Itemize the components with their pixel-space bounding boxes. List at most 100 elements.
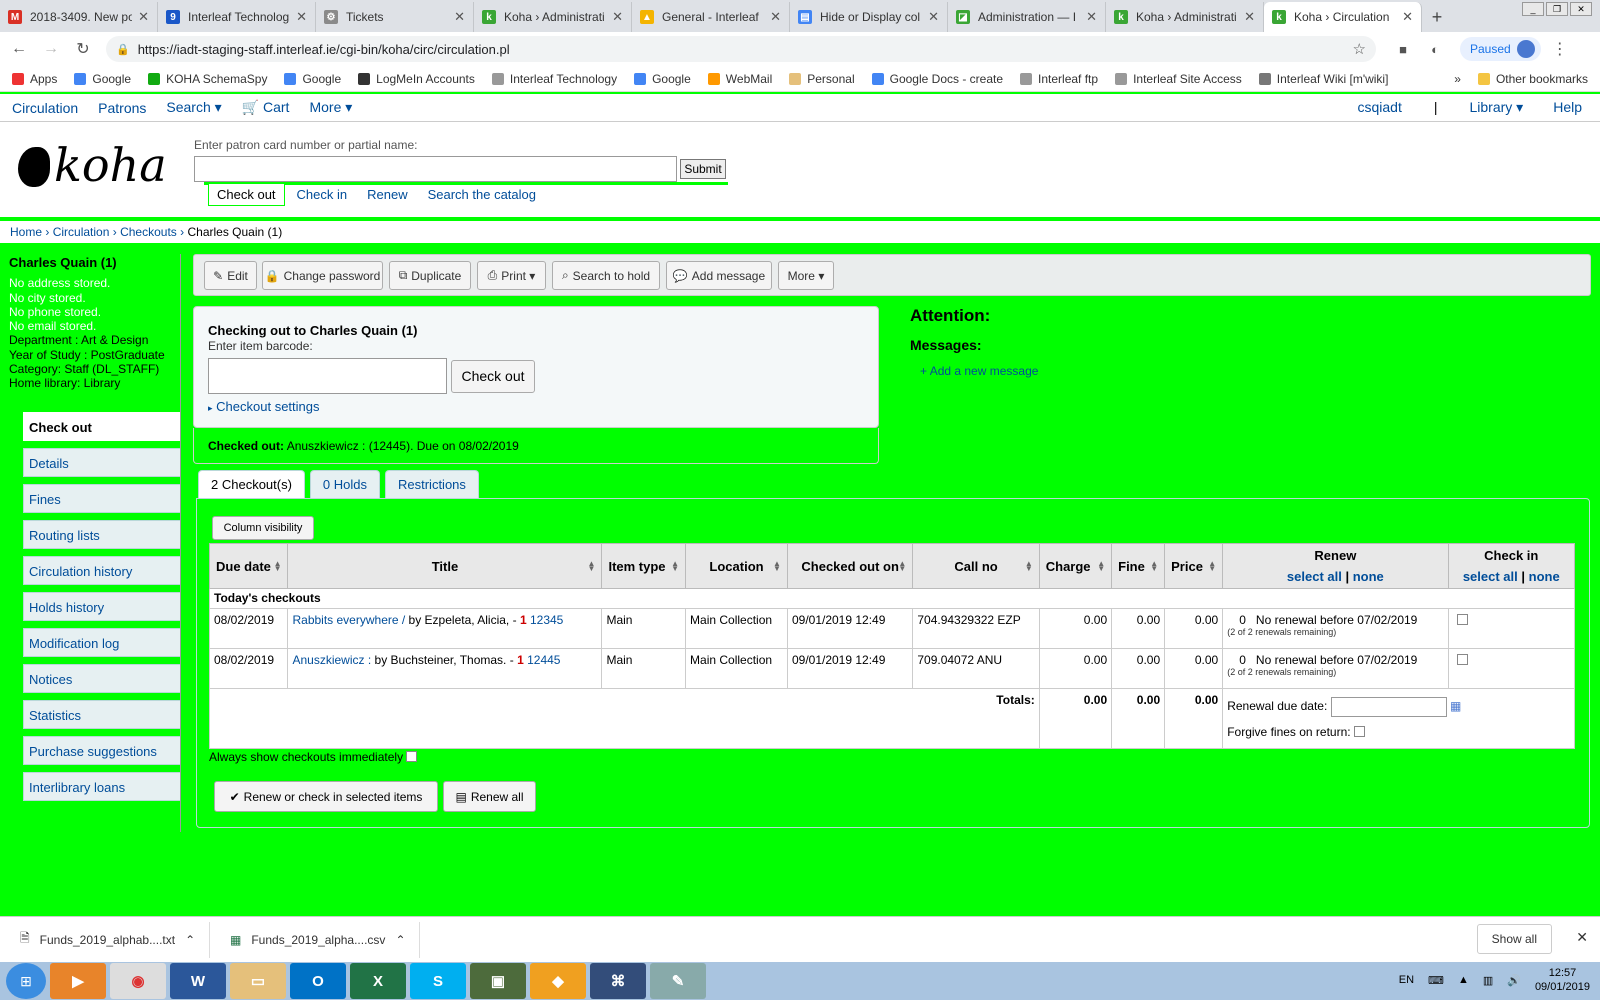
- header-call-no[interactable]: Call no ▲ ▼: [912, 543, 1040, 589]
- bookmark-item[interactable]: Google: [284, 72, 341, 86]
- duplicate-button[interactable]: ⧉ Duplicate: [389, 261, 471, 290]
- patron-nav-item[interactable]: Statistics: [23, 700, 180, 729]
- bookmark-item[interactable]: Google Docs - create: [871, 72, 1003, 86]
- browser-tab[interactable]: M 2018-3409. New po ✕: [0, 2, 158, 32]
- always-show-checkbox[interactable]: [406, 751, 418, 762]
- browser-tab[interactable]: k Koha › Administrati ✕: [1106, 2, 1264, 32]
- word-icon[interactable]: W: [170, 963, 226, 999]
- breadcrumb-circulation[interactable]: Circulation: [53, 225, 110, 239]
- close-icon[interactable]: ✕: [1576, 929, 1588, 946]
- browser-tab[interactable]: 9 Interleaf Technolog ✕: [158, 2, 316, 32]
- close-tab-icon[interactable]: ✕: [612, 9, 623, 25]
- start-button[interactable]: ⊞: [6, 963, 46, 999]
- profile-paused-button[interactable]: Paused: [1460, 37, 1541, 61]
- close-tab-icon[interactable]: ✕: [770, 9, 781, 25]
- more-button[interactable]: More ▾: [778, 261, 834, 290]
- bookmark-item[interactable]: WebMail: [707, 72, 772, 86]
- nav-circulation[interactable]: Circulation: [12, 100, 78, 116]
- file-explorer-icon[interactable]: ▭: [230, 963, 286, 999]
- help-link[interactable]: Help: [1553, 99, 1582, 116]
- patron-nav-item[interactable]: Interlibrary loans: [23, 772, 180, 801]
- patron-search-input[interactable]: [194, 156, 677, 182]
- forward-icon[interactable]: →: [38, 40, 64, 58]
- close-tab-icon[interactable]: ✕: [1402, 9, 1413, 25]
- bookmark-item[interactable]: Google: [634, 72, 691, 86]
- bookmark-item[interactable]: KOHA SchemaSpy: [148, 72, 267, 86]
- restore-button[interactable]: ❐: [1546, 2, 1568, 16]
- bookmark-star-icon[interactable]: ☆: [1353, 40, 1366, 58]
- app-icon[interactable]: ◆: [530, 963, 586, 999]
- submit-button[interactable]: Submit: [680, 159, 726, 179]
- change-password-button[interactable]: 🔒 Change password: [262, 261, 383, 290]
- keyboard-icon[interactable]: ⌨: [1428, 974, 1444, 987]
- close-tab-icon[interactable]: ✕: [296, 9, 307, 25]
- print-button[interactable]: ⎙ Print ▾: [477, 261, 546, 290]
- title-link[interactable]: Anuszkiewicz :: [292, 653, 371, 667]
- title-link[interactable]: Rabbits everywhere /: [292, 613, 405, 627]
- bookmark-item[interactable]: Interleaf Site Access: [1115, 72, 1242, 86]
- nav-cart[interactable]: 🛒 Cart: [242, 99, 290, 116]
- checkout-settings-toggle[interactable]: ▸ Checkout settings: [208, 399, 320, 414]
- close-tab-icon[interactable]: ✕: [138, 9, 149, 25]
- close-tab-icon[interactable]: ✕: [1244, 9, 1255, 25]
- add-message-button[interactable]: 💬 Add message: [666, 261, 772, 290]
- browser-tab[interactable]: ◪ Administration — I ✕: [948, 2, 1106, 32]
- remote-desktop-icon[interactable]: ▣: [470, 963, 526, 999]
- tab-check-in[interactable]: Check in: [289, 184, 356, 206]
- browser-tab[interactable]: ▤ Hide or Display col ✕: [790, 2, 948, 32]
- reload-icon[interactable]: ↻: [70, 39, 96, 59]
- skype-icon[interactable]: S: [410, 963, 466, 999]
- renew-select-none[interactable]: none: [1353, 569, 1384, 584]
- search-to-hold-button[interactable]: ⌕ Search to hold: [552, 261, 660, 290]
- header-price[interactable]: Price ▲ ▼: [1164, 543, 1224, 589]
- barcode-link[interactable]: 12345: [530, 613, 563, 627]
- patron-nav-item[interactable]: Details: [23, 448, 180, 477]
- excel-icon[interactable]: X: [350, 963, 406, 999]
- volume-icon[interactable]: 🔊: [1507, 974, 1521, 987]
- tray-up-icon[interactable]: ▲: [1458, 974, 1469, 986]
- nav-patrons[interactable]: Patrons: [98, 100, 146, 116]
- chevron-up-icon[interactable]: ⌃: [185, 933, 195, 947]
- tab-search-catalog[interactable]: Search the catalog: [420, 184, 544, 206]
- notepad-icon[interactable]: ✎: [650, 963, 706, 999]
- breadcrumb-checkouts[interactable]: Checkouts: [120, 225, 177, 239]
- nav-more[interactable]: More ▾: [309, 99, 352, 116]
- koha-logo[interactable]: koha: [18, 138, 167, 192]
- tab-checkouts[interactable]: 2 Checkout(s): [198, 470, 305, 499]
- checkin-select-all[interactable]: select all: [1463, 569, 1518, 584]
- bookmark-item[interactable]: Personal: [789, 72, 855, 86]
- patron-nav-item[interactable]: Purchase suggestions: [23, 736, 180, 765]
- patron-nav-item[interactable]: Holds history: [23, 592, 180, 621]
- edit-button[interactable]: ✎ Edit: [204, 261, 257, 290]
- outlook-icon[interactable]: O: [290, 963, 346, 999]
- browser-tab[interactable]: ⚙ Tickets ✕: [316, 2, 474, 32]
- patron-nav-item[interactable]: Modification log: [23, 628, 180, 657]
- chevron-up-icon[interactable]: ⌃: [395, 933, 405, 947]
- media-player-icon[interactable]: ▶: [50, 963, 106, 999]
- forgive-fines-checkbox[interactable]: [1353, 726, 1365, 737]
- header-checked-out-on[interactable]: Checked out on ▲ ▼: [786, 543, 914, 589]
- check-out-button[interactable]: Check out: [451, 360, 535, 393]
- more-bookmarks-icon[interactable]: »: [1454, 72, 1461, 86]
- header-due-date[interactable]: Due date ▲ ▼: [208, 543, 289, 589]
- clock[interactable]: 12:57 09/01/2019: [1535, 966, 1590, 994]
- tab-check-out[interactable]: Check out: [208, 184, 285, 206]
- bookmark-item[interactable]: Google: [74, 72, 131, 86]
- extension-icon[interactable]: ■: [1390, 42, 1416, 57]
- nav-search[interactable]: Search ▾: [166, 99, 221, 116]
- bookmark-item[interactable]: Interleaf Wiki [m'wiki]: [1258, 72, 1388, 86]
- barcode-input[interactable]: [208, 358, 447, 394]
- chrome-icon[interactable]: ◉: [110, 963, 166, 999]
- patron-nav-item[interactable]: Circulation history: [23, 556, 180, 585]
- tab-holds[interactable]: 0 Holds: [309, 470, 380, 499]
- show-all-button[interactable]: Show all: [1476, 924, 1552, 954]
- check-in-checkbox[interactable]: [1456, 654, 1468, 665]
- header-charge[interactable]: Charge ▲ ▼: [1038, 543, 1113, 589]
- header-location[interactable]: Location ▲ ▼: [685, 543, 788, 589]
- patron-nav-item[interactable]: Routing lists: [23, 520, 180, 549]
- renew-or-checkin-button[interactable]: ✔ Renew or check in selected items: [214, 781, 438, 812]
- minimize-button[interactable]: _: [1522, 2, 1544, 16]
- patron-nav-item[interactable]: Fines: [23, 484, 180, 513]
- barcode-link[interactable]: 12445: [527, 653, 560, 667]
- browser-tab[interactable]: ▲ General - Interleaf ✕: [632, 2, 790, 32]
